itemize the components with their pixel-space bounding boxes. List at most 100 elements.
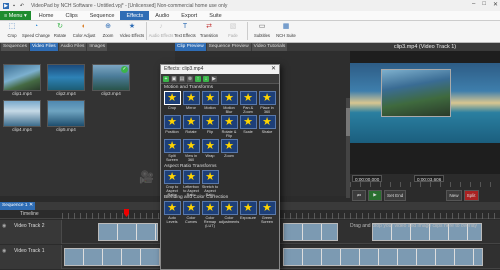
effect-color-remap-lut-[interactable]: ★ Color Remap (LUT) bbox=[201, 201, 219, 228]
copy-effects-button[interactable]: ▣ bbox=[171, 75, 177, 82]
clip-thumbnail[interactable]: clip5.mp4 bbox=[47, 100, 85, 132]
tab-images[interactable]: Images bbox=[87, 43, 108, 51]
tab-home[interactable]: Home bbox=[33, 11, 60, 20]
effect-crop-to-aspect-ratio[interactable]: ★Crop to Aspect Ratio bbox=[163, 170, 181, 197]
clip-thumbnail[interactable]: clip2.mp4 bbox=[47, 64, 85, 96]
effect-label: Mirror bbox=[186, 106, 196, 110]
effect-crop[interactable]: ★ Crop bbox=[163, 91, 181, 115]
transition-button[interactable]: ⇄ Transition bbox=[197, 20, 221, 42]
effect-rotate-flip[interactable]: ★ Rotate & Flip bbox=[220, 115, 238, 139]
effect-zoom[interactable]: ★ Zoom bbox=[220, 139, 238, 163]
effect-view-in-360[interactable]: ★ View in 360 bbox=[182, 139, 200, 163]
effect-color-curves[interactable]: ★ Color Curves bbox=[182, 201, 200, 225]
tab-sequence-1[interactable]: Sequence 1 ✕ bbox=[0, 202, 35, 210]
crop-button[interactable]: ⬚ Crop bbox=[0, 20, 24, 42]
preview-timebar: 0:00:00.000 0:00:03.606 bbox=[350, 174, 500, 188]
effect-scale[interactable]: ★ Scale bbox=[239, 115, 257, 139]
new-button[interactable]: New bbox=[446, 189, 462, 201]
effect-auto-levels[interactable]: ★ Auto Levels bbox=[163, 201, 181, 225]
dialog-close-button[interactable]: ✕ bbox=[271, 65, 276, 74]
speed-change-button[interactable]: ◔ Speed Change bbox=[22, 20, 50, 42]
ribbon-button-label: Zoom bbox=[102, 33, 114, 38]
star-icon: ★ bbox=[220, 201, 238, 215]
fade-button[interactable]: ▧ Fade bbox=[221, 20, 245, 42]
effect-wrap[interactable]: ★ Wrap bbox=[201, 139, 219, 163]
effect-shake[interactable]: ★ Shake bbox=[258, 115, 276, 139]
clip-thumbnail[interactable]: clip1.mp4 bbox=[3, 64, 41, 96]
nch-suite-button[interactable]: ▦ NCH Suite bbox=[274, 20, 298, 42]
skip-start-button[interactable]: ⏮ bbox=[352, 189, 366, 201]
set-end-button[interactable]: Set End bbox=[384, 189, 407, 201]
effect-position[interactable]: ★ Position bbox=[163, 115, 181, 139]
undo-icon[interactable]: ↶ bbox=[19, 3, 25, 9]
star-icon: ★ bbox=[239, 201, 257, 215]
video-effects-button[interactable]: ★ Video Effects bbox=[120, 20, 145, 42]
clip-thumbnail[interactable]: clip4.mp4 bbox=[3, 100, 41, 132]
timeline-clip[interactable] bbox=[283, 223, 338, 241]
ribbon-button-label: Color Adjust bbox=[72, 33, 96, 38]
zoom-button[interactable]: ⊕ Zoom bbox=[96, 20, 120, 42]
effect-stretch-to-aspect-ratio[interactable]: ★Stretch to Aspect Ratio bbox=[201, 170, 219, 197]
color-adjust-button[interactable]: ◐ Color Adjust bbox=[72, 20, 96, 42]
timeline-clip[interactable] bbox=[64, 248, 160, 266]
effect-place-in-360[interactable]: ★ Place in 360 bbox=[258, 91, 276, 115]
subtitles-icon: ▭ bbox=[258, 23, 266, 30]
effect-color-adjustments[interactable]: ★ Color adjustments bbox=[219, 201, 239, 225]
tab-sequences[interactable]: Sequences bbox=[1, 43, 30, 51]
tab-audio[interactable]: Audio bbox=[149, 11, 175, 20]
audio-effects-button[interactable]: ♪ Audio Effects bbox=[149, 20, 174, 42]
effect-rotate[interactable]: ★ Rotate bbox=[182, 115, 200, 139]
move-up-button[interactable]: ↑ bbox=[195, 75, 201, 82]
maximize-button[interactable]: □ bbox=[482, 1, 486, 8]
effect-exposure[interactable]: ★ Exposure bbox=[239, 201, 257, 225]
effect-motion[interactable]: ★ Motion bbox=[201, 91, 219, 115]
tab-sequence-preview[interactable]: Sequence Preview bbox=[206, 43, 251, 51]
tab-export[interactable]: Export bbox=[175, 11, 203, 20]
clip-name: clip5.mp4 bbox=[56, 127, 76, 132]
minimize-button[interactable]: – bbox=[472, 1, 475, 8]
effect-pan-zoom[interactable]: ★ Pan & Zoom bbox=[239, 91, 257, 115]
picture-in-picture-overlay[interactable] bbox=[381, 69, 451, 117]
effect-split-screen[interactable]: ★ Split Screen bbox=[163, 139, 181, 163]
remove-effect-button[interactable]: ⊗ bbox=[187, 75, 193, 82]
preview-scrub-ruler[interactable] bbox=[350, 182, 500, 187]
effect-label: Exposure bbox=[239, 216, 257, 220]
tab-clip-preview[interactable]: Clip Preview bbox=[175, 43, 206, 51]
star-icon: ★ bbox=[201, 139, 219, 153]
split-button[interactable]: Split bbox=[463, 189, 479, 201]
move-down-button[interactable]: ↓ bbox=[203, 75, 209, 82]
tab-video-tutorials[interactable]: Video Tutorials bbox=[251, 43, 288, 51]
track-visibility-icon[interactable]: ◉ bbox=[2, 248, 6, 254]
timeline-label: Timeline bbox=[20, 211, 39, 217]
main-menu-button[interactable]: ≡ Menu ▾ bbox=[0, 11, 31, 20]
tab-effects[interactable]: Effects bbox=[120, 11, 150, 20]
track-visibility-icon[interactable]: ◉ bbox=[2, 223, 6, 229]
text-effects-button[interactable]: T Text Effects bbox=[173, 20, 197, 42]
rotate-button[interactable]: ↻ Rotate bbox=[48, 20, 72, 42]
save-icon[interactable]: ▪ bbox=[11, 3, 17, 9]
effect-mirror[interactable]: ★ Mirror bbox=[182, 91, 200, 115]
effect-green-screen[interactable]: ★ Green Screen bbox=[258, 201, 276, 225]
tab-clips[interactable]: Clips bbox=[59, 11, 83, 20]
tab-video-files[interactable]: Video Files bbox=[30, 43, 58, 51]
ribbon-toolbar: ⬚ Crop ◔ Speed Change ↻ Rotate ◐ Color Adjust ⊕ Z… bbox=[0, 21, 500, 43]
timeline-clip[interactable] bbox=[98, 223, 158, 241]
effect-motion-blur[interactable]: ★ Motion Blur bbox=[220, 91, 238, 115]
subtitles-button[interactable]: ▭ Subtitles bbox=[250, 20, 274, 42]
app-logo-icon: ▶ bbox=[3, 2, 9, 9]
tab-suite[interactable]: Suite bbox=[203, 11, 228, 20]
clip-thumbnail[interactable]: ✓ clip3.mp4 bbox=[92, 64, 130, 96]
tab-sequence[interactable]: Sequence bbox=[84, 11, 121, 20]
paste-effects-button[interactable]: ▤ bbox=[179, 75, 185, 82]
track-name: Video Track 1 bbox=[14, 248, 45, 254]
play-preview-button[interactable]: ▶ bbox=[211, 75, 217, 82]
effect-flip[interactable]: ★ Flip bbox=[201, 115, 219, 139]
star-icon: ★ bbox=[182, 91, 200, 105]
timeline-clip[interactable] bbox=[283, 248, 483, 266]
effect-letterbox-to-aspect-ratio[interactable]: ★Letterbox to Aspect Ratio bbox=[182, 170, 200, 197]
effect-label: Color Remap (LUT) bbox=[203, 216, 217, 229]
add-effect-button[interactable]: + bbox=[163, 75, 169, 82]
close-button[interactable]: ✕ bbox=[493, 1, 498, 8]
tab-audio-files[interactable]: Audio Files bbox=[58, 43, 87, 51]
play-button[interactable]: ▶ bbox=[368, 189, 382, 201]
